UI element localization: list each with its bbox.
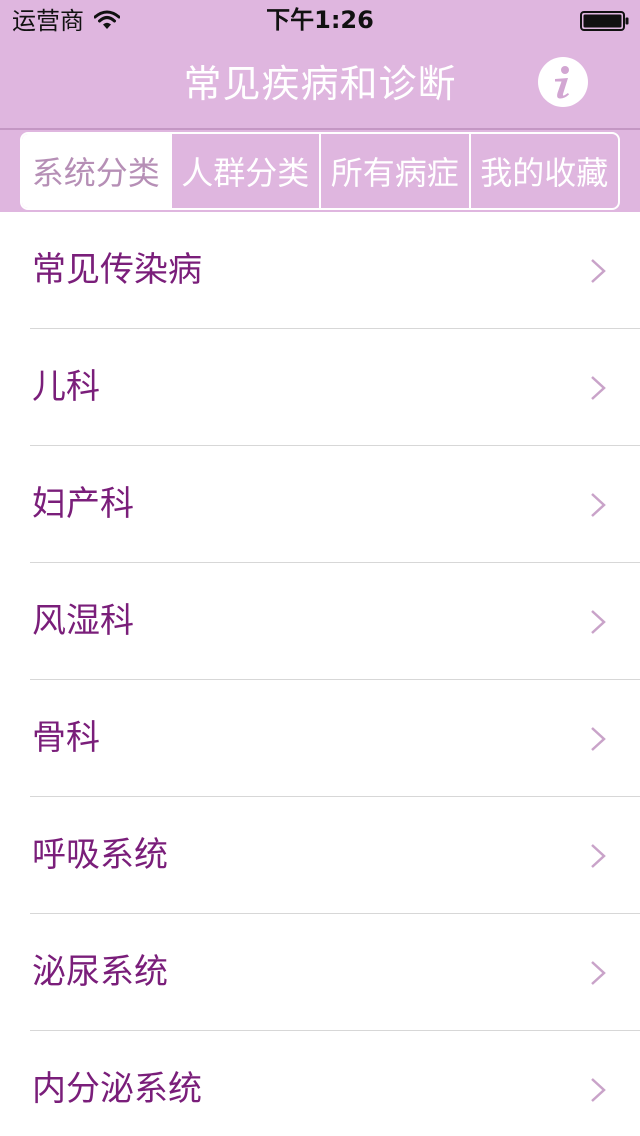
segment-bar: 系统分类 人群分类 所有病症 我的收藏 bbox=[0, 128, 640, 212]
chevron-right-icon bbox=[591, 376, 606, 400]
list-item[interactable]: 妇产科 bbox=[0, 446, 640, 563]
list-item-label: 儿科 bbox=[32, 367, 100, 407]
info-icon bbox=[555, 66, 569, 99]
category-segmented-control: 系统分类 人群分类 所有病症 我的收藏 bbox=[20, 132, 620, 210]
chevron-right-icon bbox=[591, 493, 606, 517]
status-bar: 运营商 下午1:26 bbox=[0, 0, 640, 40]
app-screen: 运营商 下午1:26 常见疾病和诊断 系统分类 人群分类 所有病症 我的收藏 常… bbox=[0, 0, 640, 1136]
list-item-label: 风湿科 bbox=[32, 601, 134, 641]
list-item-label: 内分泌系统 bbox=[32, 1069, 202, 1109]
list-item-label: 妇产科 bbox=[32, 484, 134, 524]
chevron-right-icon bbox=[591, 259, 606, 283]
list-item[interactable]: 常见传染病 bbox=[0, 212, 640, 329]
list-item-label: 呼吸系统 bbox=[32, 835, 168, 875]
segment-system-category[interactable]: 系统分类 bbox=[22, 134, 172, 208]
chevron-right-icon bbox=[591, 1078, 606, 1102]
list-item[interactable]: 泌尿系统 bbox=[0, 914, 640, 1031]
battery-icon bbox=[580, 11, 629, 31]
list-item-label: 骨科 bbox=[32, 718, 100, 758]
list-item[interactable]: 儿科 bbox=[0, 329, 640, 446]
list-item-label: 常见传染病 bbox=[32, 250, 202, 290]
segment-population-category[interactable]: 人群分类 bbox=[172, 134, 321, 208]
chevron-right-icon bbox=[591, 727, 606, 751]
list-item[interactable]: 内分泌系统 bbox=[0, 1031, 640, 1136]
chevron-right-icon bbox=[591, 610, 606, 634]
list-item[interactable]: 风湿科 bbox=[0, 563, 640, 680]
list-item[interactable]: 呼吸系统 bbox=[0, 797, 640, 914]
navigation-bar: 常见疾病和诊断 bbox=[0, 40, 640, 128]
category-list: 常见传染病 儿科 妇产科 风湿科 骨科 呼吸系统 泌尿系统 内分泌系统 bbox=[0, 212, 640, 1136]
info-button[interactable] bbox=[538, 57, 588, 107]
chevron-right-icon bbox=[591, 961, 606, 985]
segment-my-favorites[interactable]: 我的收藏 bbox=[471, 134, 619, 208]
chevron-right-icon bbox=[591, 844, 606, 868]
list-item-label: 泌尿系统 bbox=[32, 952, 168, 992]
segment-all-diseases[interactable]: 所有病症 bbox=[321, 134, 471, 208]
list-item[interactable]: 骨科 bbox=[0, 680, 640, 797]
status-time: 下午1:26 bbox=[266, 6, 374, 34]
